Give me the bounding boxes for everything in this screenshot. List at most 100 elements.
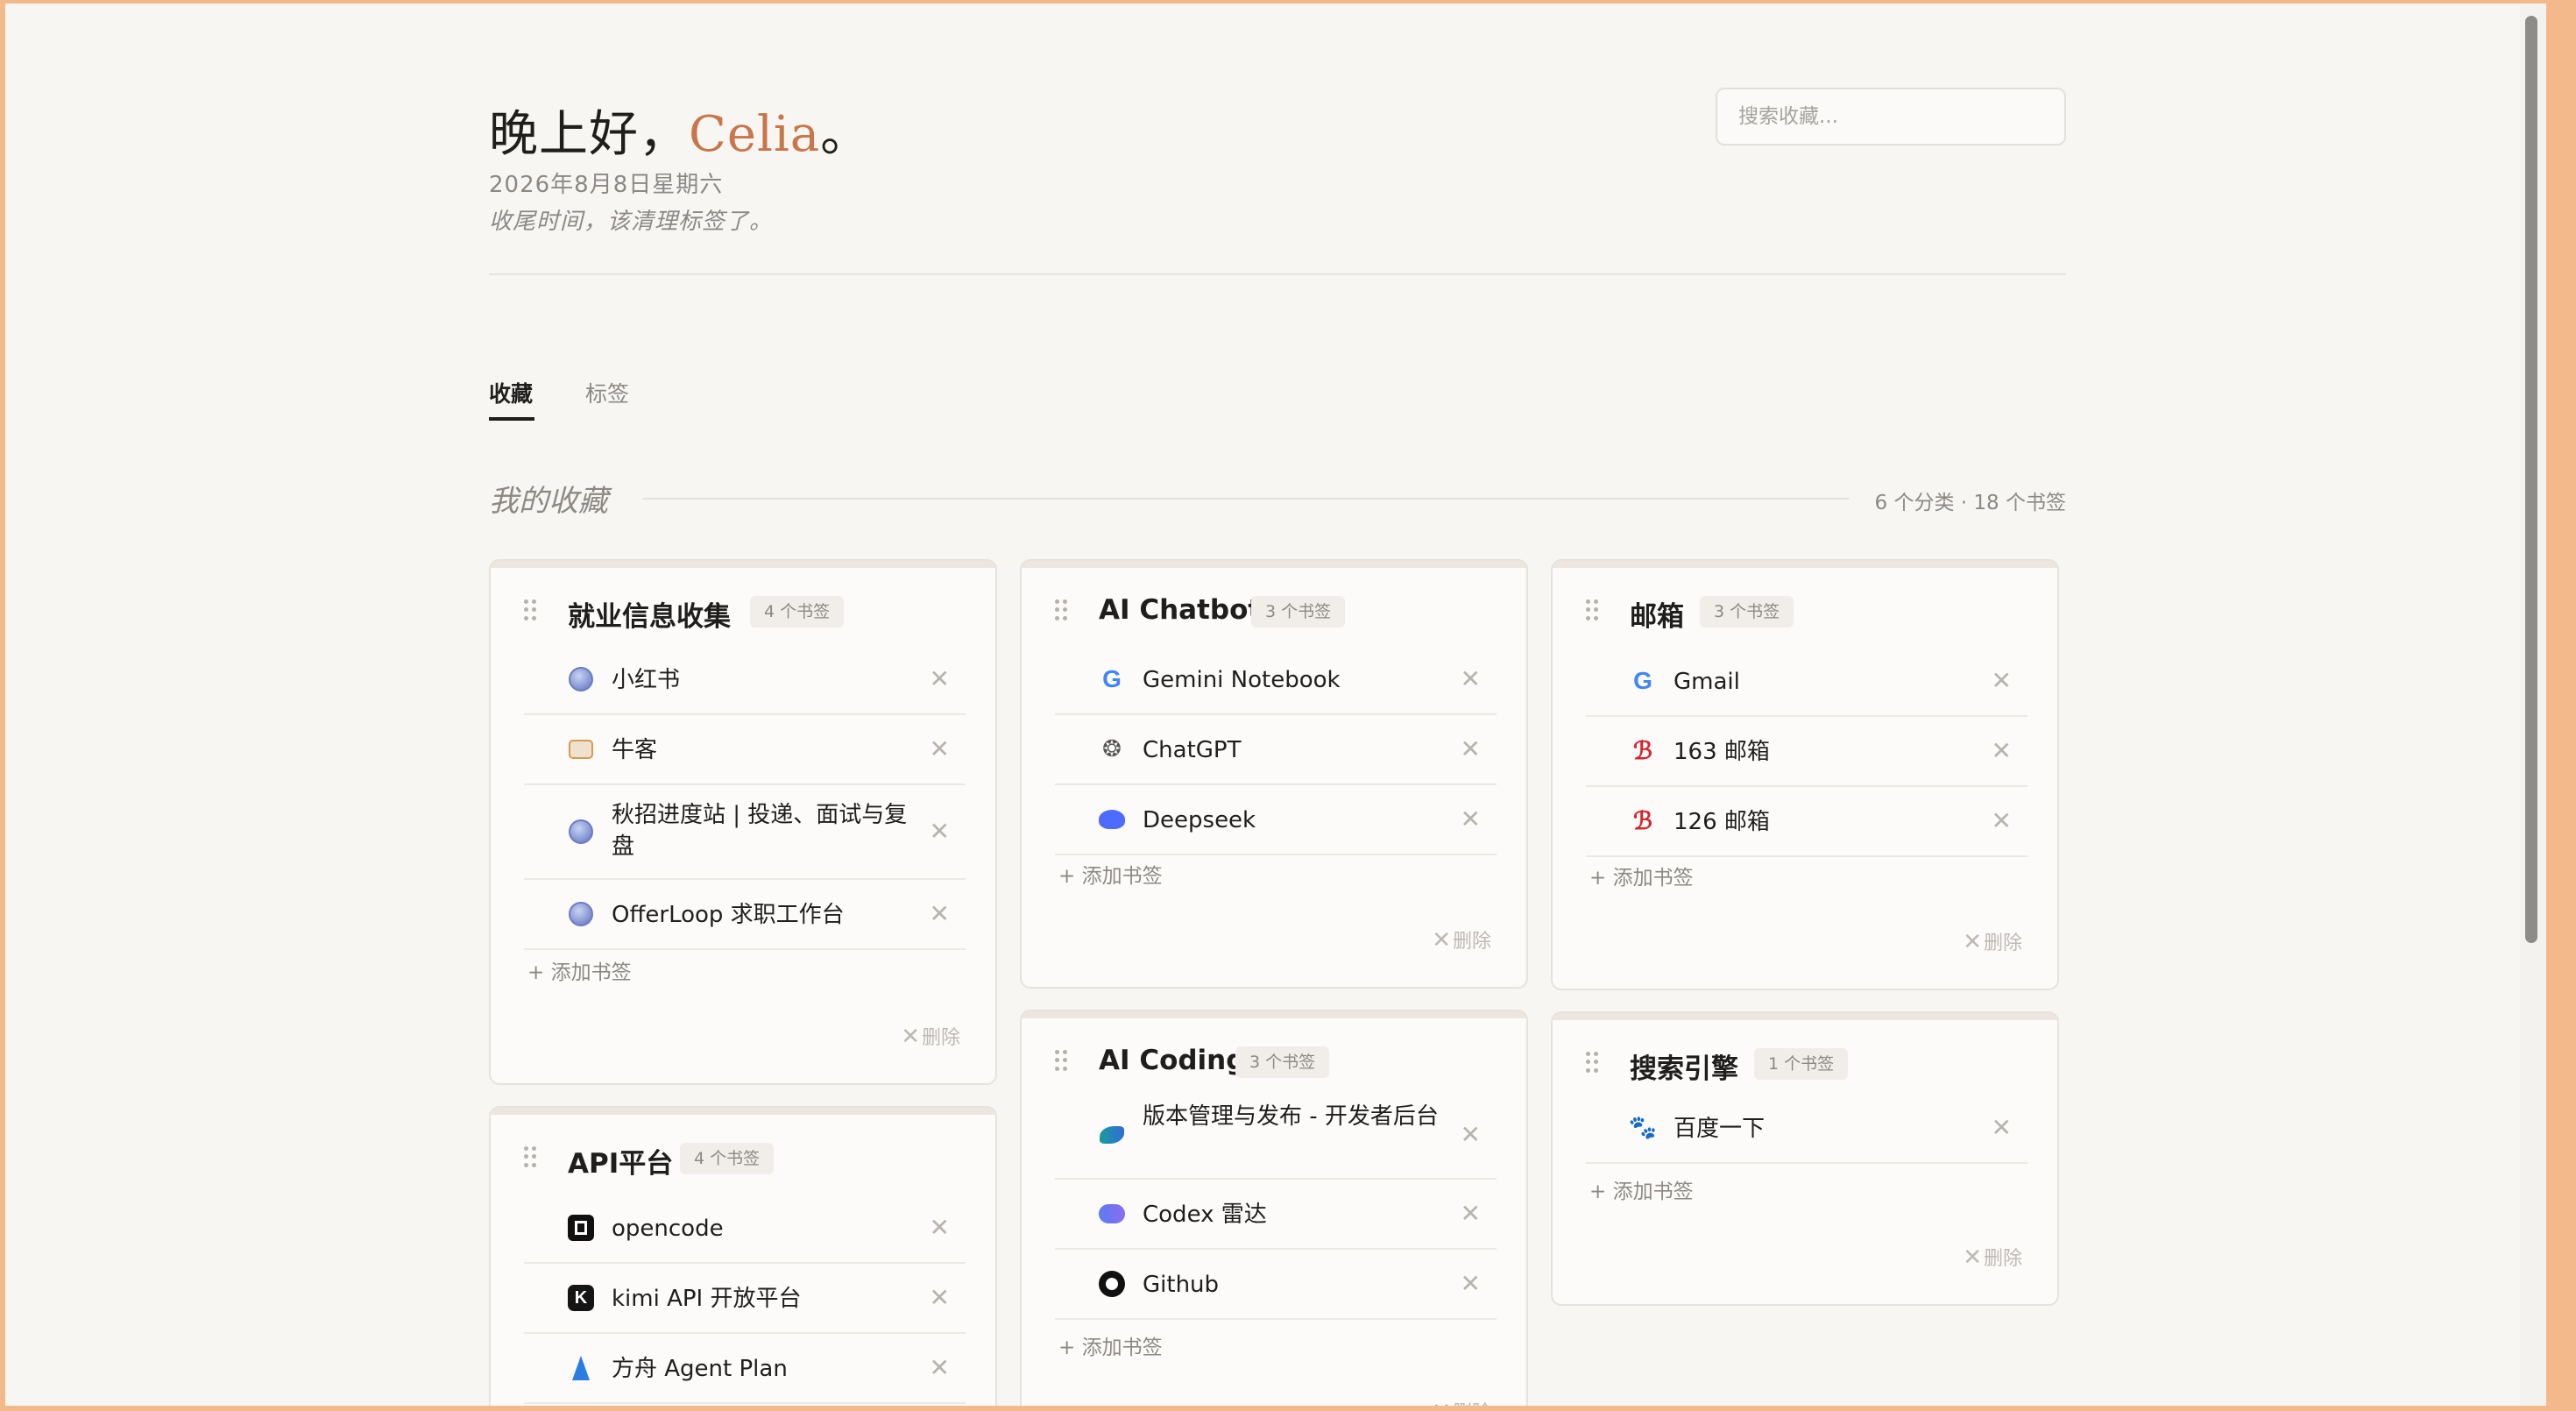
bookmark-label[interactable]: 163 邮箱	[1674, 736, 1971, 768]
active-tab-indicator	[489, 417, 534, 421]
bookmark-item[interactable]: Github ✕	[1055, 1250, 1497, 1320]
remove-bookmark-icon[interactable]: ✕	[1461, 806, 1481, 833]
remove-bookmark-icon[interactable]: ✕	[1461, 1271, 1481, 1297]
add-bookmark-button[interactable]: + 添加书签	[1058, 859, 1163, 889]
remove-bookmark-icon[interactable]: ✕	[1992, 668, 2012, 694]
bookmark-list: 🐾 百度一下 ✕	[1586, 1094, 2028, 1164]
category-title: AI Coding	[1099, 1045, 1246, 1076]
bookmark-item[interactable]: ℬ 126 邮箱 ✕	[1586, 787, 2028, 857]
openai-icon: ❂	[1102, 736, 1122, 762]
add-bookmark-button[interactable]: + 添加书签	[1589, 1174, 1694, 1204]
category-card: 邮箱 3 个书签 G Gmail ✕ ℬ 163 邮箱 ✕ ℬ 126 邮箱 ✕	[1551, 559, 2059, 990]
remove-bookmark-icon[interactable]: ✕	[1461, 736, 1481, 762]
globe-icon	[568, 666, 594, 692]
scrollbar-thumb[interactable]	[2525, 16, 2537, 943]
globe-icon	[568, 819, 594, 845]
remove-bookmark-icon[interactable]: ✕	[1992, 808, 2012, 834]
bookmark-label[interactable]: 牛客	[612, 734, 909, 766]
bookmark-item[interactable]: opencode ✕	[524, 1194, 966, 1264]
scrollbar[interactable]	[2520, 4, 2546, 1406]
bookmark-list: G Gmail ✕ ℬ 163 邮箱 ✕ ℬ 126 邮箱 ✕	[1586, 647, 2028, 857]
delete-icon: ✕	[1432, 1399, 1451, 1406]
bookmark-count-badge: 4 个书签	[750, 596, 845, 628]
delete-icon: ✕	[1963, 929, 1982, 955]
bookmark-item[interactable]: 牛客 ✕	[524, 715, 966, 785]
remove-bookmark-icon[interactable]: ✕	[930, 901, 950, 927]
bookmark-label[interactable]: 小红书	[612, 664, 909, 696]
remove-bookmark-icon[interactable]: ✕	[930, 819, 950, 845]
section-title: 我的收藏	[489, 484, 608, 519]
tab-bookmarks[interactable]: 收藏	[489, 377, 533, 408]
bookmark-item[interactable]: 小红书 ✕	[524, 645, 966, 715]
category-title: API平台	[568, 1148, 674, 1180]
bookmark-label[interactable]: 百度一下	[1674, 1113, 1971, 1145]
bookmark-item[interactable]: K kimi API 开放平台 ✕	[524, 1264, 966, 1334]
remove-bookmark-icon[interactable]: ✕	[930, 1355, 950, 1381]
add-bookmark-button[interactable]: + 添加书签	[1589, 861, 1694, 890]
remove-bookmark-icon[interactable]: ✕	[930, 666, 950, 692]
add-bookmark-button[interactable]: + 添加书签	[527, 955, 632, 985]
bookmark-item[interactable]: ℬ 163 邮箱 ✕	[1586, 717, 2028, 787]
bookmark-label[interactable]: 版本管理与发布 - 开发者后台	[1143, 1101, 1440, 1132]
bookmark-item[interactable]: Codex 雷达 ✕	[1055, 1180, 1497, 1250]
bookmark-item[interactable]: 方舟 Agent Plan ✕	[524, 1334, 966, 1404]
bookmark-label[interactable]: OfferLoop 求职工作台	[612, 899, 909, 931]
remove-bookmark-icon[interactable]: ✕	[1992, 1115, 2012, 1141]
bookmark-label[interactable]: kimi API 开放平台	[612, 1283, 909, 1315]
deepseek-icon	[1099, 806, 1125, 833]
bookmark-item[interactable]: Deepseek ✕	[1055, 785, 1497, 855]
header-divider	[489, 273, 2066, 275]
bookmark-list: 版本管理与发布 - 开发者后台 ✕ Codex 雷达 ✕ Github ✕	[1055, 1088, 1497, 1320]
remove-bookmark-icon[interactable]: ✕	[930, 1285, 950, 1311]
bookmark-item[interactable]: G Gmail ✕	[1586, 647, 2028, 717]
bookmark-item[interactable]: 🐾 百度一下 ✕	[1586, 1094, 2028, 1164]
tab-tags[interactable]: 标签	[585, 377, 629, 408]
delete-category-button[interactable]: ✕删除	[1963, 1243, 2022, 1271]
bookmark-item[interactable]: G Gemini Notebook ✕	[1055, 645, 1497, 715]
bookmark-label[interactable]: 方舟 Agent Plan	[612, 1353, 909, 1385]
bookmark-label[interactable]: Codex 雷达	[1143, 1199, 1440, 1230]
category-card: AI Chatbot 3 个书签 G Gemini Notebook ✕ ❂ C…	[1020, 559, 1528, 989]
bookmark-item[interactable]: OfferLoop 求职工作台 ✕	[524, 880, 966, 950]
bookmark-label[interactable]: Deepseek	[1143, 805, 1440, 836]
delete-icon: ✕	[1963, 1244, 1982, 1271]
bookmark-item[interactable]: ❂ ChatGPT ✕	[1055, 715, 1497, 785]
drag-handle-icon[interactable]	[524, 599, 536, 620]
delete-category-button[interactable]: ✕删除	[1963, 927, 2022, 955]
bookmark-label[interactable]: 秋招进度站 | 投递、面试与复盘	[612, 799, 909, 862]
drag-handle-icon[interactable]	[1055, 599, 1067, 620]
remove-bookmark-icon[interactable]: ✕	[1461, 1201, 1481, 1227]
bookmark-count-badge: 4 个书签	[680, 1143, 775, 1174]
kimi-icon: K	[568, 1285, 594, 1311]
search-input[interactable]	[1716, 88, 2066, 145]
remove-bookmark-icon[interactable]: ✕	[1461, 666, 1481, 692]
add-bookmark-button[interactable]: + 添加书签	[1058, 1330, 1163, 1360]
bookmark-label[interactable]: Gmail	[1674, 666, 1971, 698]
remove-bookmark-icon[interactable]: ✕	[930, 736, 950, 762]
netease-icon: ℬ	[1632, 808, 1652, 835]
drag-handle-icon[interactable]	[1586, 599, 1598, 620]
bookmark-label[interactable]: Github	[1143, 1269, 1440, 1301]
category-title: 邮箱	[1630, 601, 1684, 633]
drag-handle-icon[interactable]	[1586, 1052, 1598, 1073]
delete-category-button[interactable]: ✕删除	[1432, 925, 1491, 954]
remove-bookmark-icon[interactable]: ✕	[1992, 738, 2012, 764]
remove-bookmark-icon[interactable]: ✕	[1461, 1122, 1481, 1148]
globe-icon	[568, 901, 594, 927]
bookmark-label[interactable]: ChatGPT	[1143, 734, 1440, 766]
bookmark-label[interactable]: opencode	[612, 1213, 909, 1244]
user-name: Celia	[689, 106, 821, 163]
app-window: 晚上好，Celia。 2026年8月8日星期六 收尾时间，该清理标签了。 收藏 …	[5, 4, 2546, 1406]
delete-category-button[interactable]: ✕删除	[1432, 1397, 1491, 1406]
remove-bookmark-icon[interactable]: ✕	[930, 1215, 950, 1241]
delete-category-button[interactable]: ✕删除	[901, 1022, 960, 1050]
bookmark-label[interactable]: 126 邮箱	[1674, 806, 1971, 838]
bookmark-item[interactable]: 版本管理与发布 - 开发者后台 ✕	[1055, 1088, 1497, 1180]
bookmark-label[interactable]: Gemini Notebook	[1143, 664, 1440, 696]
devconsole-icon	[1099, 1122, 1125, 1148]
drag-handle-icon[interactable]	[1055, 1050, 1067, 1071]
volcengine-icon	[568, 1355, 594, 1381]
bookmark-item[interactable]: 秋招进度站 | 投递、面试与复盘 ✕	[524, 785, 966, 880]
section-count: 6 个分类 · 18 个书签	[1874, 492, 2066, 514]
drag-handle-icon[interactable]	[524, 1146, 536, 1167]
